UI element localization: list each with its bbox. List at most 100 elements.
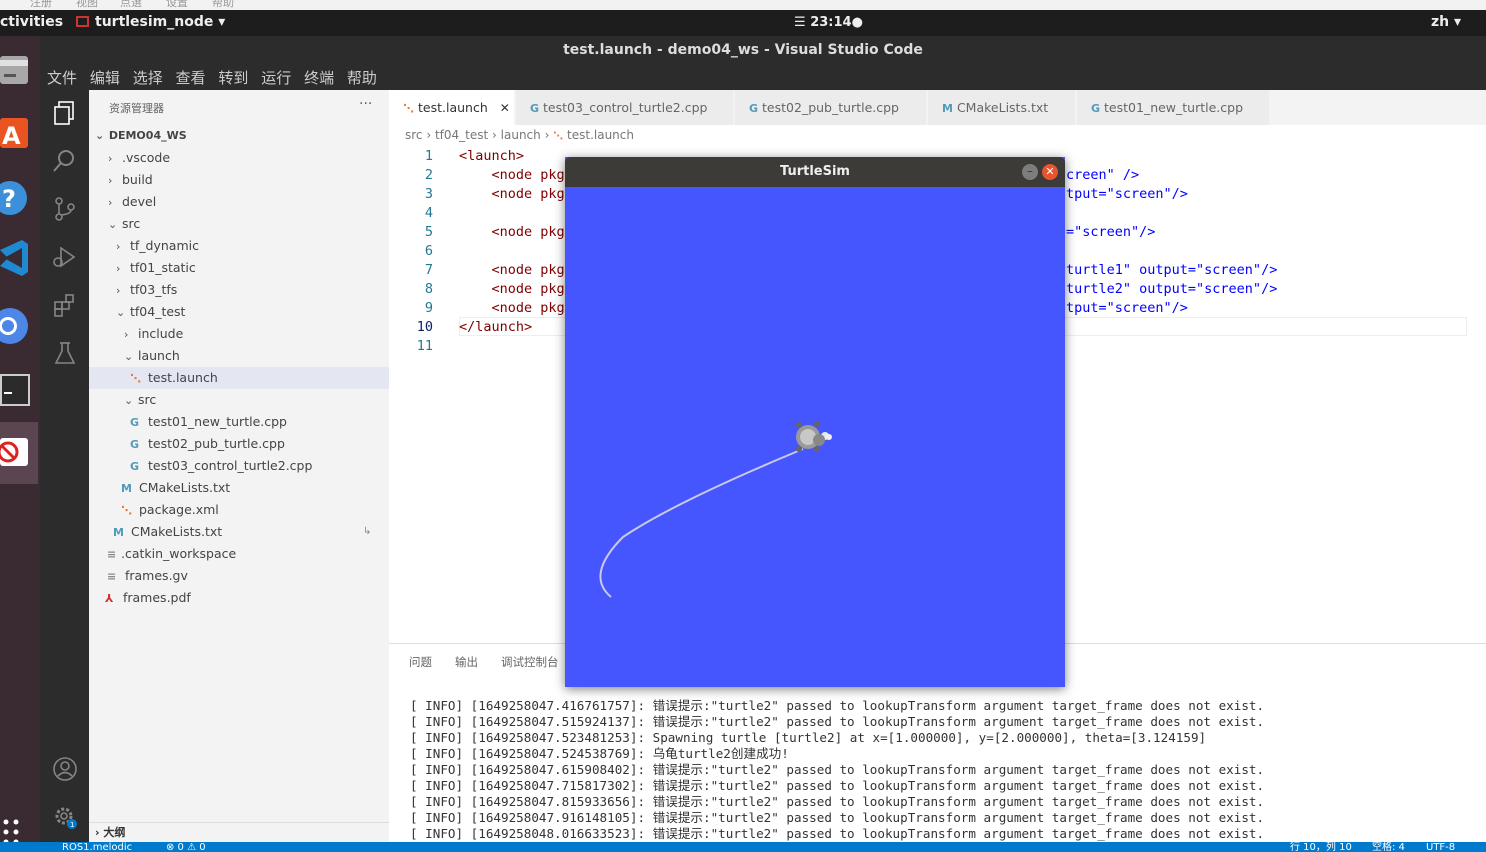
tree-label: src xyxy=(137,392,157,407)
testing-flask-icon[interactable] xyxy=(52,340,78,366)
menu-edit[interactable]: 编辑 xyxy=(90,67,120,88)
chromium-icon[interactable] xyxy=(0,304,30,344)
chevron-down-icon: ▾ xyxy=(1454,14,1462,30)
tree-item-package-xml[interactable]: ⋱ package.xml xyxy=(89,499,389,521)
close-icon[interactable]: ✕ xyxy=(1042,164,1058,180)
workspace-root[interactable]: ⌄ DEMO04_WS xyxy=(89,125,389,147)
cpp-file-icon: G xyxy=(130,416,140,429)
tree-item-build[interactable]: › build xyxy=(89,169,389,191)
tree-label: test01_new_turtle.cpp xyxy=(147,414,287,429)
more-actions-icon[interactable]: ··· xyxy=(359,96,372,112)
tree-item-cmakelists-pkg[interactable]: M CMakeLists.txt xyxy=(89,477,389,499)
menu-run[interactable]: 运行 xyxy=(261,67,291,88)
menu-go[interactable]: 转到 xyxy=(218,67,248,88)
status-position[interactable]: 行 10，列 10 xyxy=(1290,843,1352,852)
turtle-trail xyxy=(599,448,804,598)
notification-dot-icon: ● xyxy=(851,15,863,30)
input-language[interactable]: zh ▾ xyxy=(1431,14,1461,30)
tree-item-frames-pdf[interactable]: ⅄ frames.pdf xyxy=(89,587,389,609)
run-debug-icon[interactable] xyxy=(52,244,78,270)
menu-terminal[interactable]: 终端 xyxy=(304,67,334,88)
tree-item-catkin-workspace[interactable]: ≡ .catkin_workspace xyxy=(89,543,389,565)
menu-help[interactable]: 帮助 xyxy=(347,67,377,88)
terminal-line: [ INFO] [1649258047.523481253]: Spawning… xyxy=(410,730,1207,745)
tree-item-devel[interactable]: › devel xyxy=(89,191,389,213)
code-line-tail: ="screen"/> xyxy=(1066,224,1156,240)
tree-item-test-launch[interactable]: ⋱ test.launch xyxy=(89,367,389,389)
explorer-icon[interactable] xyxy=(52,100,78,126)
breadcrumb-item[interactable]: src xyxy=(405,128,423,142)
tree-label: CMakeLists.txt xyxy=(130,524,223,539)
source-control-icon[interactable] xyxy=(52,196,78,222)
chevron-right-icon: › xyxy=(124,328,129,341)
outline-label: 大纲 xyxy=(103,826,126,839)
tree-item-test01[interactable]: G test01_new_turtle.cpp xyxy=(89,411,389,433)
tree-item-test03[interactable]: G test03_control_turtle2.cpp xyxy=(89,455,389,477)
tree-item-src[interactable]: ⌄ src xyxy=(89,213,389,235)
strip-text: 设置 xyxy=(166,0,188,9)
code-line: <node pkg xyxy=(459,167,565,183)
clock[interactable]: ☰ 23:14● xyxy=(794,15,863,30)
tree-item-cmakelists-root[interactable]: M CMakeLists.txt ↳ xyxy=(89,521,389,543)
breadcrumb-item[interactable]: test.launch xyxy=(567,128,634,142)
tab-problems[interactable]: 问题 xyxy=(409,654,432,670)
files-icon[interactable] xyxy=(0,48,30,88)
help-icon[interactable]: ? xyxy=(0,176,30,216)
app-name: turtlesim_node xyxy=(95,14,214,30)
tab-output[interactable]: 输出 xyxy=(455,654,478,670)
tab-test-launch[interactable]: ⋱ test.launch ✕ xyxy=(389,90,515,125)
tree-label: devel xyxy=(121,194,157,209)
status-spaces[interactable]: 空格: 4 xyxy=(1372,843,1405,852)
tree-item-launch[interactable]: ⌄ launch xyxy=(89,345,389,367)
search-icon[interactable] xyxy=(52,148,78,174)
breadcrumb-item[interactable]: tf04_test xyxy=(435,128,488,142)
terminal-output[interactable]: [ INFO] [1649258047.416761757]: 错误提示:"tu… xyxy=(410,682,1264,852)
status-ros-distro[interactable]: ROS1.melodic xyxy=(62,843,132,852)
turtlesim-title-bar[interactable]: TurtleSim – ✕ xyxy=(565,157,1065,187)
tree-item-include[interactable]: › include xyxy=(89,323,389,345)
tree-item-src-sub[interactable]: ⌄ src xyxy=(89,389,389,411)
cpp-file-icon: G xyxy=(749,102,759,115)
tree-item-tf-dynamic[interactable]: › tf_dynamic xyxy=(89,235,389,257)
code-line-tail: creen" /> xyxy=(1066,167,1140,183)
code-line: <launch> xyxy=(459,148,525,164)
tab-debug-console[interactable]: 调试控制台 xyxy=(501,654,559,670)
tab-test03[interactable]: Gtest03_control_turtle2.cpp xyxy=(516,90,734,125)
extensions-icon[interactable] xyxy=(52,292,78,318)
minimize-icon[interactable]: – xyxy=(1022,164,1038,180)
tree-item-frames-gv[interactable]: ≡ frames.gv xyxy=(89,565,389,587)
tab-test01[interactable]: Gtest01_new_turtle.cpp xyxy=(1077,90,1270,125)
tree-label: src xyxy=(121,216,141,231)
tab-cmakelists[interactable]: M CMakeLists.txt xyxy=(928,90,1076,125)
app-menu[interactable]: turtlesim_node ▾ xyxy=(76,14,225,30)
vscode-icon[interactable] xyxy=(0,238,30,278)
account-icon[interactable] xyxy=(52,756,78,782)
tree-item-tf04-test[interactable]: ⌄ tf04_test xyxy=(89,301,389,323)
menu-view[interactable]: 查看 xyxy=(176,67,206,88)
chevron-right-icon: › xyxy=(116,240,121,253)
tree-item-tf01-static[interactable]: › tf01_static xyxy=(89,257,389,279)
tree-label: frames.pdf xyxy=(122,590,191,605)
chevron-right-icon: › xyxy=(95,826,100,839)
tab-test02[interactable]: Gtest02_pub_turtle.cpp xyxy=(735,90,927,125)
status-encoding[interactable]: UTF-8 xyxy=(1426,843,1455,852)
terminal-line: [ INFO] [1649258047.515924137]: 错误提示:"tu… xyxy=(410,714,1265,729)
outline-section[interactable]: › 大纲 xyxy=(89,822,389,842)
software-center-icon[interactable]: A xyxy=(0,112,30,152)
tree-label: include xyxy=(137,326,184,341)
menu-file[interactable]: 文件 xyxy=(47,67,77,88)
terminal-icon[interactable] xyxy=(0,370,30,410)
status-problems[interactable]: ⊗ 0 ⚠ 0 xyxy=(166,843,206,852)
turtlesim-dock-icon[interactable] xyxy=(0,422,38,484)
tree-item-tf03-tfs[interactable]: › tf03_tfs xyxy=(89,279,389,301)
tree-item-test02[interactable]: G test02_pub_turtle.cpp xyxy=(89,433,389,455)
close-icon[interactable]: ✕ xyxy=(500,101,510,115)
menu-selection[interactable]: 选择 xyxy=(133,67,163,88)
status-bar: ROS1.melodic ⊗ 0 ⚠ 0 行 10，列 10 空格: 4 UTF… xyxy=(0,842,1486,852)
strip-text: 点選 xyxy=(120,0,142,9)
activities-button[interactable]: ctivities xyxy=(0,14,63,30)
tree-item-vscode[interactable]: › .vscode xyxy=(89,147,389,169)
breadcrumb-item[interactable]: launch xyxy=(501,128,541,142)
settings-gear-icon[interactable]: 1 xyxy=(52,804,78,830)
tree-label: tf03_tfs xyxy=(129,282,178,297)
